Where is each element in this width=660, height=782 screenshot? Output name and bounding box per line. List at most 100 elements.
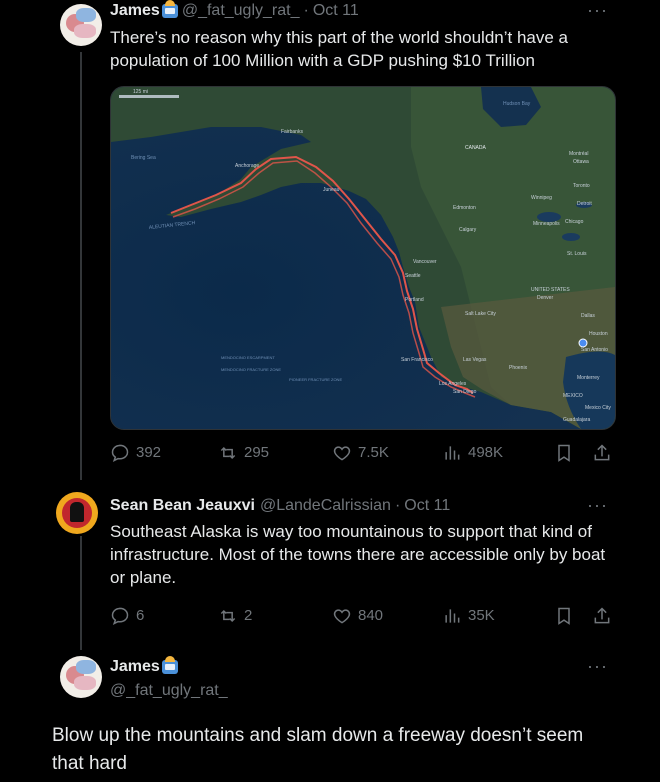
map-place: Bering Sea [131, 155, 156, 161]
more-options-icon[interactable]: ··· [587, 495, 608, 516]
tweet-header: James @_fat_ugly_rat_ · Oct 11 [110, 0, 359, 20]
share-icon [594, 444, 610, 461]
map-place: Dallas [581, 313, 595, 319]
map-place: San Antonio [581, 347, 608, 353]
share-icon [594, 607, 610, 624]
map-place: Minneapolis [533, 221, 560, 227]
map-place: PIONEER FRACTURE ZONE [289, 377, 342, 382]
tweet-actions: 392 295 7.5K 498K [110, 443, 615, 467]
map-place: Fairbanks [281, 129, 303, 135]
map-place: Montréal [569, 151, 588, 157]
map-place: Las Vegas [463, 357, 487, 363]
tweet-header: James [110, 656, 178, 676]
reply-button[interactable]: 392 [110, 443, 161, 463]
map-place: St. Louis [567, 251, 587, 257]
like-button[interactable]: 840 [332, 606, 383, 626]
map-place: Mexico City [585, 405, 611, 411]
map-place: MEXICO [563, 393, 583, 399]
timestamp[interactable]: Oct 11 [313, 2, 359, 20]
map-place: UNITED STATES [531, 287, 570, 293]
display-name[interactable]: James [110, 2, 160, 20]
tweet-text: There’s no reason why this part of the w… [110, 28, 569, 70]
reply-count: 392 [136, 444, 162, 461]
map-place: San Francisco [401, 357, 433, 363]
map-place: San Diego [453, 389, 477, 395]
thread-line [80, 52, 82, 480]
like-button[interactable]: 7.5K [332, 443, 389, 463]
views-button[interactable]: 498K [442, 443, 503, 463]
views-icon [445, 446, 460, 460]
map-place: Winnipeg [531, 195, 552, 201]
reply-icon [111, 444, 129, 462]
map-place: Portland [405, 297, 424, 303]
map-place: Calgary [459, 227, 477, 233]
bookmark-icon [558, 444, 570, 462]
map-place: Toronto [573, 183, 590, 189]
tweet-header: Sean Bean Jeauxvi @LandeCalrissian · Oct… [110, 497, 450, 515]
map-place: Vancouver [413, 259, 437, 265]
repost-icon [220, 609, 236, 623]
like-count: 7.5K [358, 444, 389, 461]
map-scale: 125 mi [133, 89, 148, 95]
map-place: Detroit [577, 201, 592, 207]
map-place: Seattle [405, 273, 421, 279]
timestamp[interactable]: Oct 11 [404, 497, 450, 515]
handle[interactable]: @_fat_ugly_rat_ [110, 682, 228, 700]
avatar[interactable] [60, 656, 102, 698]
reply-icon [111, 607, 129, 625]
thread-line [80, 536, 82, 650]
views-icon [445, 609, 460, 623]
map-place: MENDOCINO ESCARPMENT [221, 355, 275, 360]
avatar[interactable] [56, 492, 98, 534]
views-button[interactable]: 35K [442, 606, 495, 626]
map-image[interactable]: 125 mi Bering Sea Fairbanks Anchorage AL… [110, 86, 616, 430]
tweet-text: Blow up the mountains and slam down a fr… [52, 725, 584, 774]
views-count: 498K [468, 444, 504, 461]
toaster-emoji-icon [161, 0, 178, 18]
map-place: CANADA [465, 145, 487, 151]
map-place: Edmonton [453, 205, 476, 211]
map-place: Juneau [323, 187, 340, 193]
map-place: Ottawa [573, 159, 589, 165]
map-place: Anchorage [235, 163, 259, 169]
tweet-actions: 6 2 840 35K [110, 606, 615, 630]
toaster-emoji-icon [161, 656, 178, 674]
map-place: Houston [589, 331, 608, 337]
map-place: Phoenix [509, 365, 528, 371]
map-place: Hudson Bay [503, 101, 531, 107]
map-place: Chicago [565, 219, 584, 225]
map-place: Monterrey [577, 375, 600, 381]
bookmark-button[interactable] [554, 443, 574, 463]
reply-count: 6 [136, 607, 145, 624]
reply-button[interactable]: 6 [110, 606, 144, 626]
map-place: MENDOCINO FRACTURE ZONE [221, 367, 281, 372]
repost-button[interactable]: 2 [218, 606, 252, 626]
display-name[interactable]: James [110, 658, 160, 676]
bookmark-icon [558, 607, 570, 625]
avatar[interactable] [60, 4, 102, 46]
map-place: Salt Lake City [465, 311, 496, 317]
repost-count: 2 [244, 607, 253, 624]
more-options-icon[interactable]: ··· [587, 656, 608, 677]
separator-dot: · [303, 2, 309, 19]
share-button[interactable] [592, 606, 612, 626]
more-options-icon[interactable]: ··· [587, 0, 608, 21]
repost-count: 295 [244, 444, 270, 461]
handle[interactable]: @LandeCalrissian [260, 497, 391, 515]
map-place: Los Angeles [439, 381, 467, 387]
like-count: 840 [358, 607, 384, 624]
repost-button[interactable]: 295 [218, 443, 269, 463]
bookmark-button[interactable] [554, 606, 574, 626]
heart-icon [333, 609, 351, 624]
share-button[interactable] [592, 443, 612, 463]
map-place: Guadalajara [563, 417, 590, 423]
handle[interactable]: @_fat_ugly_rat_ [182, 2, 300, 20]
map-place: Denver [537, 295, 553, 301]
display-name[interactable]: Sean Bean Jeauxvi [110, 497, 255, 515]
views-count: 35K [468, 607, 495, 624]
repost-icon [220, 446, 236, 460]
tweet-handle-row: @_fat_ugly_rat_ [110, 682, 228, 700]
heart-icon [333, 446, 351, 461]
separator-dot: · [394, 497, 401, 514]
tweet-text: Southeast Alaska is way too mountainous … [110, 522, 606, 587]
